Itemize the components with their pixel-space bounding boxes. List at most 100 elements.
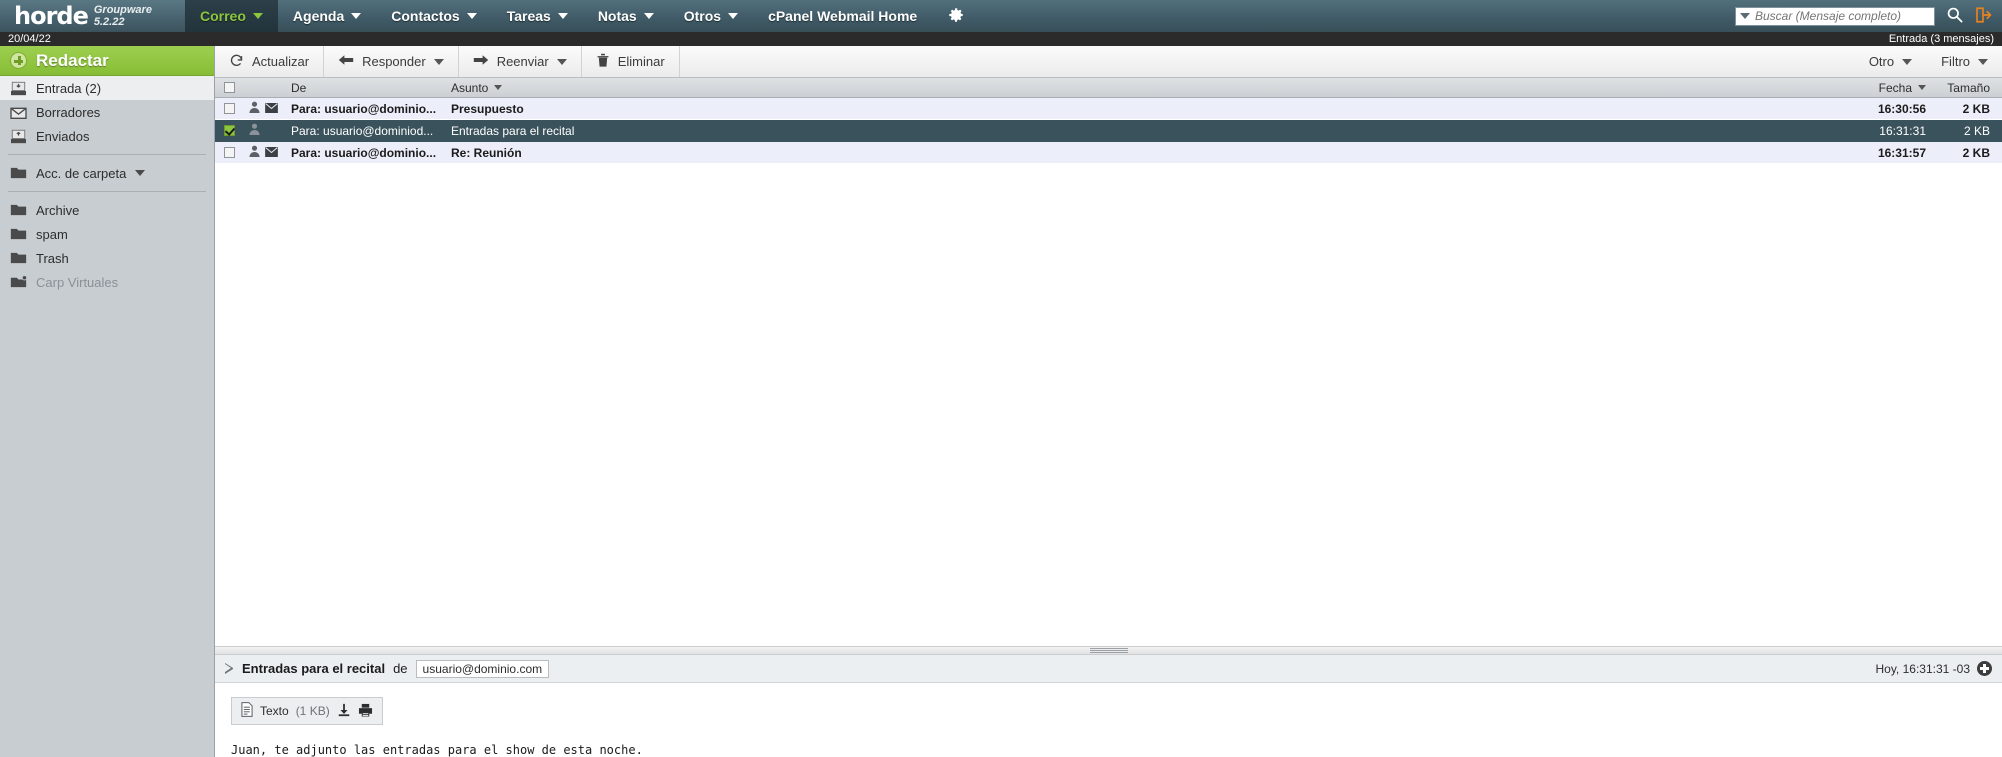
nav-cpanel-webmail-home[interactable]: cPanel Webmail Home: [753, 0, 932, 32]
sidebar-folder-carp-virtuales-label: Carp Virtuales: [36, 274, 119, 290]
delete-button[interactable]: Eliminar: [582, 46, 680, 77]
preview-timestamp: Hoy, 16:31:31 -03: [1875, 661, 1970, 676]
chevron-down-icon[interactable]: [556, 58, 567, 65]
brand-logo[interactable]: horde Groupware 5.2.22: [0, 0, 185, 32]
triangle-right-icon[interactable]: [225, 663, 234, 674]
brand-product: Groupware 5.2.22: [93, 3, 152, 28]
sidebar-folder-archive[interactable]: Archive: [0, 198, 214, 222]
gear-icon[interactable]: [947, 6, 965, 27]
sidebar-folder-archive-label: Archive: [36, 202, 80, 218]
folder-icon: [10, 227, 27, 242]
reply-button[interactable]: Responder: [324, 46, 459, 77]
column-subject[interactable]: Asunto: [445, 81, 1822, 95]
table-row[interactable]: Para: usuario@dominio... Presupuesto 16:…: [215, 98, 2002, 120]
row-checkbox[interactable]: [215, 125, 243, 136]
folder-actions-menu[interactable]: Acc. de carpeta: [0, 161, 214, 185]
logout-icon[interactable]: [1974, 6, 1992, 27]
row-from: Para: usuario@dominiod...: [291, 123, 434, 138]
trash-icon: [596, 52, 610, 71]
row-from: Para: usuario@dominio...: [291, 145, 437, 160]
search-icon[interactable]: [1945, 5, 1964, 27]
sort-descending-icon: [1918, 85, 1926, 90]
main-area: Redactar Entrada (2) Borradores Enviados…: [0, 46, 2002, 757]
row-checkbox[interactable]: [215, 147, 243, 158]
person-icon: [249, 123, 260, 138]
row-subject: Re: Reunión: [451, 145, 522, 160]
column-date-label: Fecha: [1878, 80, 1912, 95]
sidebar-item-borradores[interactable]: Borradores: [0, 100, 214, 124]
nav-otros-label: Otros: [683, 8, 722, 24]
sidebar-item-entrada[interactable]: Entrada (2): [0, 76, 214, 100]
nav-right-cluster: [1735, 0, 2002, 32]
nav-correo[interactable]: Correo: [185, 0, 278, 32]
search-box[interactable]: [1735, 6, 1935, 26]
chevron-down-icon[interactable]: [433, 58, 444, 65]
refresh-button[interactable]: Actualizar: [215, 46, 325, 77]
attachment-chip[interactable]: Texto (1 KB): [231, 697, 383, 725]
preview-body: Texto (1 KB) Juan, te adjunto las entrad…: [215, 683, 2002, 757]
sidebar: Redactar Entrada (2) Borradores Enviados…: [0, 46, 215, 757]
nav-contactos[interactable]: Contactos: [376, 0, 491, 32]
folder-icon: [10, 251, 27, 266]
preview-from-address[interactable]: usuario@dominio.com: [415, 659, 550, 678]
sidebar-folder-carp-virtuales[interactable]: Carp Virtuales: [0, 270, 214, 294]
plus-circle-dark-icon[interactable]: [1977, 661, 1992, 676]
content-area: Actualizar Responder Reenviar Eliminar O…: [215, 46, 2002, 757]
search-input[interactable]: [1755, 9, 1930, 23]
column-date[interactable]: Fecha: [1822, 81, 1932, 95]
nav-correo-label: Correo: [200, 8, 246, 24]
checkbox[interactable]: [223, 125, 235, 136]
pane-splitter[interactable]: [215, 646, 2002, 655]
table-row[interactable]: Para: usuario@dominio... Re: Reunión 16:…: [215, 142, 2002, 164]
chevron-down-icon: [466, 13, 477, 19]
nav-otros[interactable]: Otros: [669, 0, 753, 32]
message-body-text: Juan, te adjunto las entradas para el sh…: [231, 743, 643, 757]
checkbox[interactable]: [223, 82, 235, 93]
sidebar-item-borradores-label: Borradores: [36, 104, 101, 120]
splitter-grip-icon[interactable]: [1089, 648, 1128, 653]
checkbox[interactable]: [223, 147, 235, 158]
sidebar-folder-spam-label: spam: [36, 226, 68, 242]
column-from[interactable]: De: [285, 81, 445, 95]
forward-button[interactable]: Reenviar: [459, 46, 582, 77]
select-all-checkbox[interactable]: [215, 82, 243, 93]
brand-name: horde: [14, 2, 89, 30]
sidebar-item-enviados[interactable]: Enviados: [0, 124, 214, 148]
chevron-down-icon[interactable]: [1902, 58, 1913, 65]
preview-header-right: Hoy, 16:31:31 -03: [1875, 661, 1992, 676]
chevron-down-icon[interactable]: [1978, 58, 1988, 65]
checkbox[interactable]: [223, 103, 235, 114]
nav-tareas[interactable]: Tareas: [492, 0, 583, 32]
other-menu[interactable]: Otro: [1854, 46, 1926, 77]
envelope-icon: [265, 102, 278, 116]
other-menu-label: Otro: [1868, 54, 1895, 69]
envelope-icon: [265, 146, 278, 160]
table-row[interactable]: Para: usuario@dominiod... Entradas para …: [215, 120, 2002, 142]
attachment-name: Texto: [260, 704, 289, 718]
settings-button[interactable]: [932, 0, 980, 32]
filter-menu-label: Filtro: [1941, 54, 1970, 69]
nav-agenda[interactable]: Agenda: [278, 0, 376, 32]
sidebar-folder-trash[interactable]: Trash: [0, 246, 214, 270]
row-checkbox[interactable]: [215, 103, 243, 114]
arrow-right-icon: [473, 53, 489, 70]
toolbar-right: Otro Filtro: [1854, 46, 2002, 77]
sort-descending-icon: [494, 85, 503, 90]
message-preview-pane: Entradas para el recital de usuario@domi…: [215, 655, 2002, 757]
row-size: 2 KB: [1962, 145, 1990, 160]
message-list-empty-space: [215, 164, 2002, 646]
print-icon[interactable]: [358, 703, 373, 720]
chevron-down-icon: [643, 13, 654, 19]
preview-header: Entradas para el recital de usuario@domi…: [215, 655, 2002, 683]
column-size[interactable]: Tamaño: [1932, 81, 2002, 95]
chevron-down-icon: [252, 13, 263, 19]
sidebar-item-entrada-label: Entrada (2): [36, 80, 102, 96]
column-from-label: De: [291, 80, 307, 95]
filter-menu[interactable]: Filtro: [1926, 46, 2002, 77]
chevron-down-icon[interactable]: [1740, 13, 1750, 19]
sidebar-folder-spam[interactable]: spam: [0, 222, 214, 246]
nav-notas[interactable]: Notas: [583, 0, 669, 32]
download-icon[interactable]: [337, 703, 351, 720]
compose-button[interactable]: Redactar: [0, 46, 214, 76]
